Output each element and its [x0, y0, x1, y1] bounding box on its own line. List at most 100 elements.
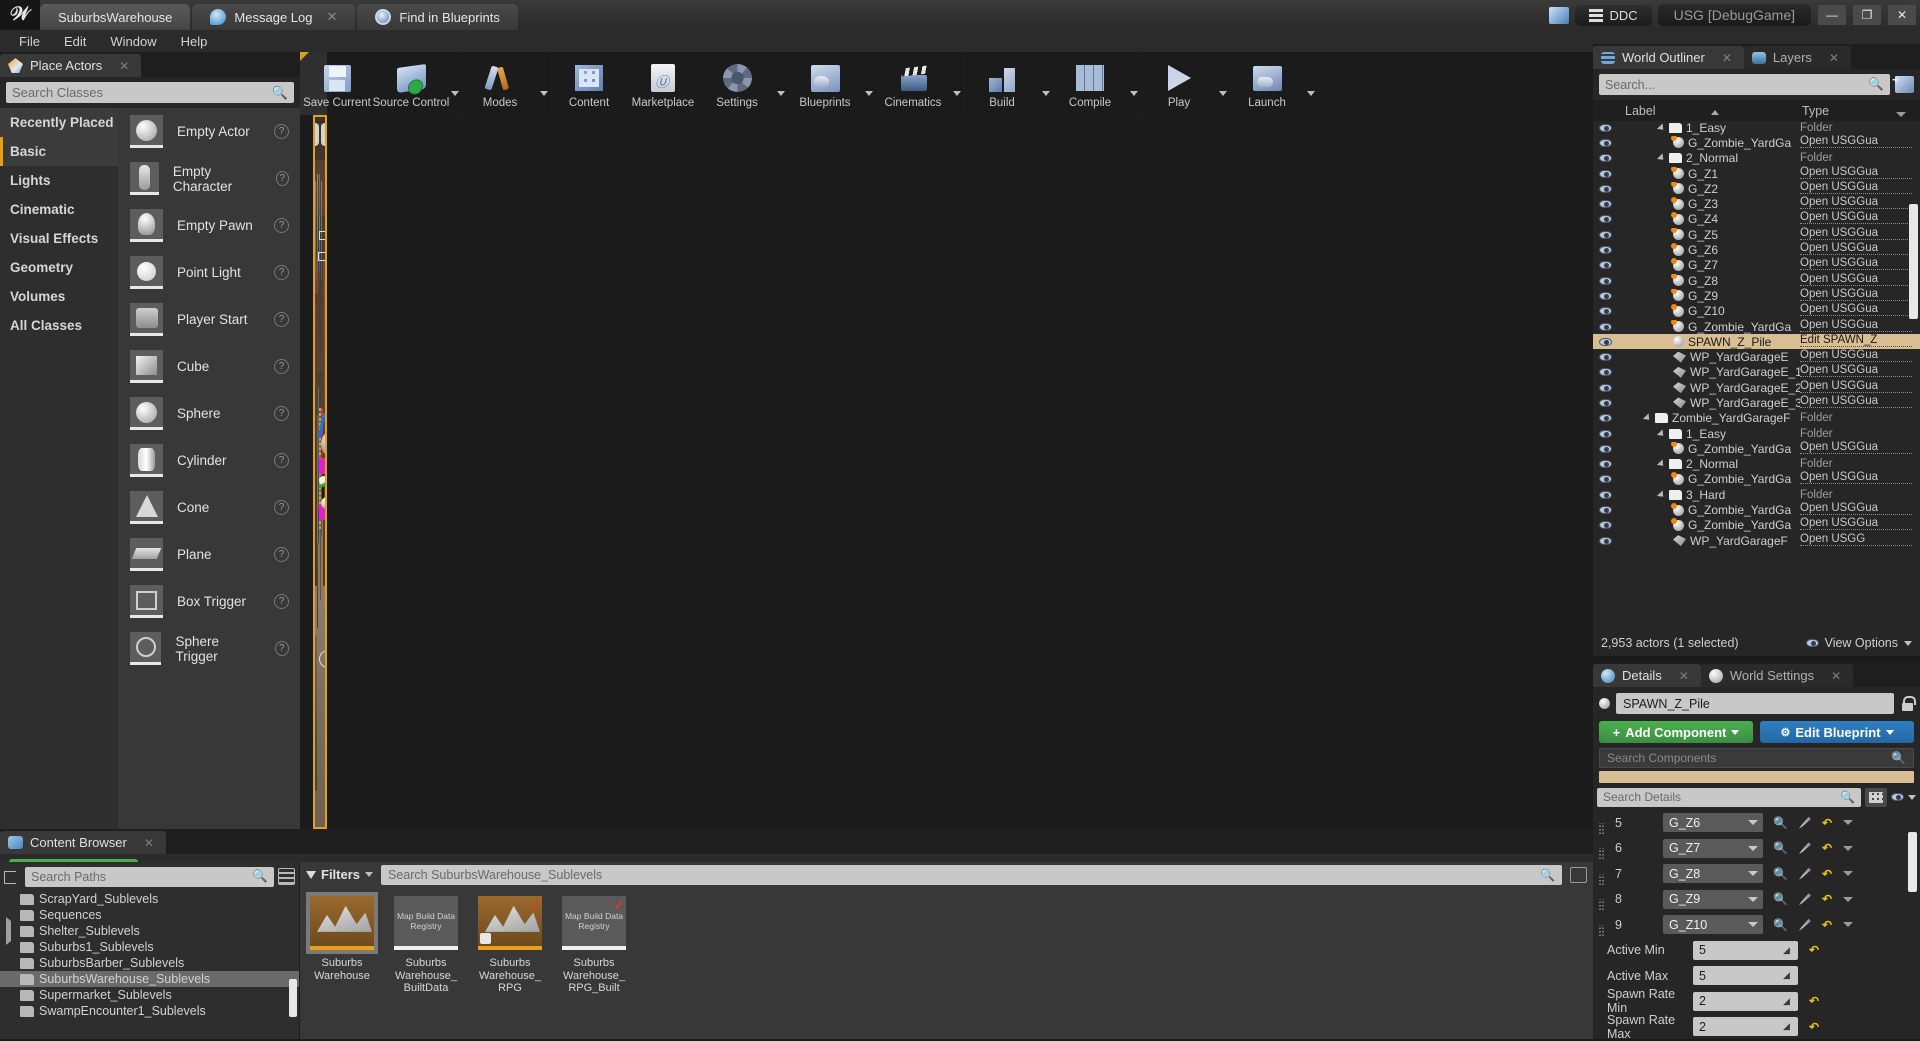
- visibility-toggle[interactable]: [1593, 414, 1617, 422]
- close-icon[interactable]: ✕: [1831, 669, 1841, 683]
- outliner-row[interactable]: G_Z1Open USGGua: [1593, 166, 1920, 181]
- category-volumes[interactable]: Volumes: [0, 282, 118, 311]
- play-button[interactable]: Play: [1142, 52, 1216, 115]
- outliner-row[interactable]: 1_EasyFolder: [1593, 426, 1920, 441]
- outliner-row[interactable]: 1_EasyFolder: [1593, 120, 1920, 135]
- outliner-row[interactable]: Zombie_YardGarageFFolder: [1593, 411, 1920, 426]
- asset-tile-box[interactable]: [306, 892, 378, 954]
- play-dropdown[interactable]: [1216, 52, 1230, 115]
- asset-tile[interactable]: Map Build Data RegistrySuburbsWarehouse_…: [390, 892, 462, 1039]
- visibility-toggle[interactable]: [1593, 460, 1617, 468]
- visibility-toggle[interactable]: [1593, 170, 1617, 178]
- chevron-down-icon[interactable]: [1843, 871, 1853, 876]
- expand-arrow-icon[interactable]: [1657, 154, 1666, 163]
- visibility-toggle[interactable]: [1593, 231, 1617, 239]
- close-icon[interactable]: ✕: [1829, 51, 1839, 65]
- tab-content-browser[interactable]: Content Browser ✕: [0, 831, 166, 854]
- outliner-scrollbar[interactable]: [1909, 204, 1918, 319]
- modes-button[interactable]: Modes: [463, 52, 537, 115]
- maximize-viewport-button[interactable]: ☐: [313, 123, 319, 146]
- tab-world-outliner[interactable]: World Outliner ✕: [1593, 46, 1744, 69]
- paths-tree-item[interactable]: ScrapYard_Sublevels: [0, 891, 299, 907]
- actor-name-field[interactable]: SPAWN_Z_Pile: [1616, 693, 1894, 714]
- drag-handle-icon[interactable]: [1599, 874, 1604, 885]
- array-value-combo[interactable]: G_Z8: [1663, 864, 1763, 883]
- outliner-row-type-link[interactable]: Open USGGua: [1800, 471, 1912, 484]
- outliner-row-type[interactable]: Open USGGua: [1800, 380, 1920, 396]
- outliner-row-type-link[interactable]: Open USGGua: [1800, 166, 1912, 179]
- outliner-row-type-link[interactable]: Open USGGua: [1800, 211, 1912, 224]
- outliner-row[interactable]: G_Zombie_YardGaOpen USGGua: [1593, 319, 1920, 334]
- collapse-tree-icon[interactable]: [4, 869, 21, 884]
- paths-tree-item[interactable]: Supermarket_Sublevels: [0, 987, 299, 1003]
- outliner-row-type[interactable]: Open USGGua: [1800, 288, 1920, 304]
- tab-details[interactable]: Details ✕: [1593, 664, 1701, 687]
- help-icon[interactable]: ?: [274, 453, 289, 468]
- tab-world-settings[interactable]: World Settings ✕: [1701, 664, 1853, 687]
- browse-icon[interactable]: 🔍: [1773, 841, 1788, 855]
- visibility-toggle[interactable]: [1593, 124, 1617, 132]
- close-icon[interactable]: ✕: [326, 9, 337, 25]
- outliner-row[interactable]: 2_NormalFolder: [1593, 457, 1920, 472]
- outliner-row-type-link[interactable]: Open USGGua: [1800, 196, 1912, 209]
- outliner-row[interactable]: G_Zombie_YardGaOpen USGGua: [1593, 472, 1920, 487]
- visibility-toggle[interactable]: [1593, 475, 1617, 483]
- build-dropdown[interactable]: [1039, 52, 1053, 115]
- help-icon[interactable]: ?: [274, 265, 289, 280]
- outliner-row[interactable]: WP_YardGarageE_2Open USGGua: [1593, 380, 1920, 395]
- expand-arrow-icon[interactable]: [1657, 123, 1666, 132]
- outliner-row-type-link[interactable]: Open USGGua: [1800, 319, 1912, 332]
- category-all-classes[interactable]: All Classes: [0, 311, 118, 340]
- launch-dropdown[interactable]: [1304, 52, 1318, 115]
- asset-search-input[interactable]: Search SuburbsWarehouse_Sublevels 🔍: [381, 865, 1562, 885]
- list-item[interactable]: Sphere Trigger ?: [118, 625, 300, 672]
- visibility-toggle[interactable]: [1593, 445, 1617, 453]
- outliner-row-type-link[interactable]: Open USGGua: [1800, 181, 1912, 194]
- drag-handle-icon[interactable]: [1599, 899, 1604, 910]
- outliner-row-type-link[interactable]: Open USGG: [1800, 533, 1912, 546]
- reset-icon[interactable]: ↶: [1822, 867, 1832, 881]
- outliner-row[interactable]: G_Z10Open USGGua: [1593, 304, 1920, 319]
- outliner-row-type[interactable]: Open USGGua: [1800, 273, 1920, 289]
- outliner-row-type[interactable]: Edit SPAWN_Z: [1800, 334, 1920, 350]
- component-selected-row[interactable]: [1599, 771, 1914, 783]
- reset-icon[interactable]: ↶: [1822, 892, 1832, 906]
- visibility-toggle[interactable]: [1593, 353, 1617, 361]
- outliner-row[interactable]: G_Z8Open USGGua: [1593, 273, 1920, 288]
- outliner-row-type[interactable]: Open USGGua: [1800, 319, 1920, 335]
- paths-tree-item[interactable]: Shelter_Sublevels: [0, 923, 299, 939]
- help-icon[interactable]: ?: [274, 406, 289, 421]
- category-recently-placed[interactable]: Recently Placed: [0, 108, 118, 137]
- paths-tree-item[interactable]: SwampEncounter1_Sublevels: [0, 1003, 299, 1019]
- outliner-row-type[interactable]: Open USGGua: [1800, 364, 1920, 380]
- chevron-down-icon[interactable]: [1908, 795, 1916, 800]
- category-visual-effects[interactable]: Visual Effects: [0, 224, 118, 253]
- outliner-row[interactable]: 2_NormalFolder: [1593, 151, 1920, 166]
- visibility-toggle[interactable]: [1593, 430, 1617, 438]
- reset-icon[interactable]: ↶: [1809, 1020, 1819, 1034]
- search-details-input[interactable]: Search Details 🔍: [1597, 788, 1861, 807]
- help-icon[interactable]: ?: [274, 359, 289, 374]
- list-item[interactable]: Cone ?: [118, 484, 300, 531]
- outliner-row-type-link[interactable]: Open USGGua: [1800, 273, 1912, 286]
- eye-icon[interactable]: [1891, 793, 1904, 801]
- type-column-header[interactable]: Type: [1800, 104, 1920, 118]
- drag-handle-icon[interactable]: [1599, 823, 1604, 834]
- menu-edit[interactable]: Edit: [53, 32, 97, 51]
- stepper-icon[interactable]: ◢: [1783, 1021, 1793, 1032]
- outliner-row[interactable]: G_Z7Open USGGua: [1593, 258, 1920, 273]
- chevron-down-icon[interactable]: [1843, 846, 1853, 851]
- outliner-row-type[interactable]: Open USGGua: [1800, 242, 1920, 258]
- asset-tile[interactable]: ✓SuburbsWarehouse_RPG: [474, 892, 546, 1039]
- outliner-row-type[interactable]: Open USGGua: [1800, 211, 1920, 227]
- close-icon[interactable]: ✕: [119, 59, 129, 73]
- search-paths-input[interactable]: Search Paths 🔍: [25, 867, 274, 887]
- reset-icon[interactable]: ↶: [1822, 918, 1832, 932]
- chevron-down-icon[interactable]: [1843, 922, 1853, 927]
- outliner-row-type-link[interactable]: Open USGGua: [1800, 364, 1912, 377]
- drag-handle-icon[interactable]: [1599, 848, 1604, 859]
- outliner-row[interactable]: G_Z6Open USGGua: [1593, 242, 1920, 257]
- visibility-toggle[interactable]: [1593, 491, 1617, 499]
- browse-icon[interactable]: 🔍: [1773, 867, 1788, 881]
- asset-tile-box[interactable]: Map Build Data Registry✓: [558, 892, 630, 954]
